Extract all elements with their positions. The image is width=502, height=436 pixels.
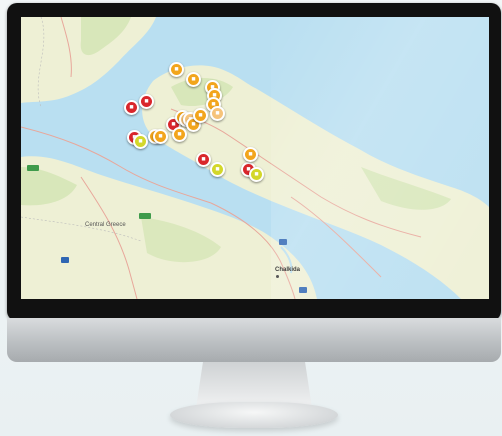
bus-icon: ■ [174,129,185,140]
map-marker[interactable]: ■ [153,129,168,144]
map-marker[interactable]: ■ [243,147,258,162]
map-marker[interactable]: ■ [124,100,139,115]
map-marker[interactable]: ■ [133,134,148,149]
bus-icon: ■ [198,154,209,165]
bus-icon: ■ [245,149,256,160]
map-label-region: Central Greece [85,222,126,228]
map-marker[interactable]: ■ [172,127,187,142]
bus-icon: ■ [212,164,223,175]
map-marker[interactable]: ■ [186,72,201,87]
bus-icon: ■ [188,74,199,85]
map-viewport[interactable]: Central Greece Chalkida ■ ■ ■ ■ ■ ■ ■ ■ ■ ■ ■ ■ ■ ■ ■ ■… [21,17,489,299]
map-marker[interactable]: ■ [210,106,225,121]
bus-icon: ■ [195,110,206,121]
map-marker[interactable]: ■ [169,62,184,77]
bus-icon: ■ [212,108,223,119]
city-dot [276,275,279,278]
map-label-city: Chalkida [275,267,301,273]
bus-icon: ■ [135,136,146,147]
map-marker[interactable]: ■ [196,152,211,167]
bus-icon: ■ [155,131,166,142]
monitor-stand-foot [170,402,338,428]
bus-icon: ■ [126,102,137,113]
monitor-chin [7,318,501,362]
bus-icon: ■ [141,96,152,107]
map-marker[interactable]: ■ [139,94,154,109]
map-marker[interactable]: ■ [249,167,264,182]
bus-icon: ■ [251,169,262,180]
bus-icon: ■ [171,64,182,75]
map-marker[interactable]: ■ [193,108,208,123]
imac-monitor: Central Greece Chalkida ■ ■ ■ ■ ■ ■ ■ ■ ■ ■ ■ ■ ■ ■ ■ ■… [0,0,502,436]
map-marker[interactable]: ■ [210,162,225,177]
